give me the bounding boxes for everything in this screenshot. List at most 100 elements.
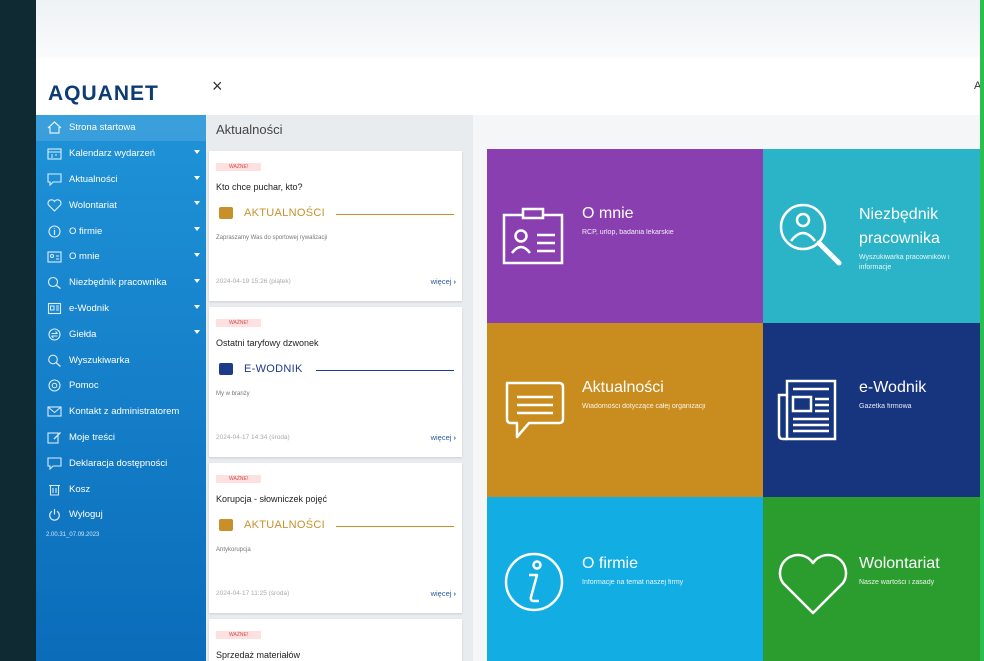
- news-card[interactable]: WAŻNE! Korupcja - słowniczek pojęć AKTUA…: [209, 463, 462, 613]
- sidebar-item-o-mnie[interactable]: O mnie: [36, 244, 206, 270]
- news-card-description: Zapraszamy Was do sportowej rywalizacji: [216, 235, 328, 241]
- tile-wolontariat[interactable]: Wolontariat Nasze wartości i zasady: [763, 497, 980, 661]
- newspaper-icon: [46, 301, 63, 316]
- news-card-description: Antykorupcja: [216, 547, 251, 553]
- chat-icon: [505, 381, 565, 439]
- more-link[interactable]: więcej ›: [431, 589, 456, 598]
- sidebar-item-kontakt[interactable]: Kontakt z administratorem: [36, 399, 206, 425]
- sidebar-item-wolontariat[interactable]: Wolontariat: [36, 192, 206, 218]
- sidebar-item-label: Niezbędnik pracownika: [69, 277, 167, 289]
- sidebar-item-pomoc[interactable]: Pomoc: [36, 373, 206, 399]
- important-badge: WAŻNE!: [216, 631, 262, 639]
- tile-subtitle: Wyszukiwarka pracowników i informacje: [859, 253, 950, 273]
- more-link[interactable]: więcej ›: [431, 433, 456, 442]
- close-menu-button[interactable]: ×: [212, 76, 223, 97]
- news-card[interactable]: WAŻNE! Ostatni taryfowy dzwonek E-WODNIK…: [209, 307, 462, 457]
- tile-title: O mnie: [582, 205, 634, 222]
- person-search-icon: [46, 275, 63, 290]
- info-icon: [46, 224, 63, 239]
- sidebar-item-wyszukiwarka[interactable]: Wyszukiwarka: [36, 347, 206, 373]
- window-edge: [980, 0, 984, 661]
- tile-aktualnosci[interactable]: Aktualności Wiadomości dotyczące całej o…: [487, 323, 763, 497]
- more-link-label[interactable]: więcej: [431, 589, 452, 598]
- tile-title: Aktualności: [582, 379, 664, 396]
- sidebar-item-moje-tresci[interactable]: Moje treści: [36, 425, 206, 451]
- tile-o-firmie[interactable]: O firmie Informacje na temat naszej firm…: [487, 497, 763, 661]
- aquanet-logo[interactable]: AQUANET: [48, 82, 159, 106]
- chevron-down-icon[interactable]: [194, 175, 200, 180]
- news-card-date: 2024-04-19 15:26 (piątek): [216, 278, 291, 285]
- heart-icon: [778, 553, 848, 615]
- chevron-down-icon[interactable]: [194, 278, 200, 283]
- chevron-down-icon[interactable]: [194, 201, 200, 206]
- news-card-title[interactable]: Ostatni taryfowy dzwonek: [216, 338, 319, 348]
- sidebar-item-label: Wolontariat: [69, 199, 117, 211]
- chevron-down-icon[interactable]: [194, 227, 200, 232]
- tile-o-mnie[interactable]: O mnie RCP, urlop, badania lekarskie: [487, 149, 763, 323]
- edit-icon: [46, 430, 63, 445]
- trash-icon: [46, 482, 63, 497]
- sidebar-item-label: Wyloguj: [69, 509, 103, 521]
- tile-subtitle: Gazetka firmowa: [859, 403, 912, 410]
- app-version: 2.00.31_07.09.2023: [46, 531, 100, 538]
- tile-subtitle: RCP, urlop, badania lekarskie: [582, 229, 674, 236]
- news-category: E-WODNIK: [216, 363, 456, 377]
- sidebar-item-niezbednik[interactable]: Niezbędnik pracownika: [36, 270, 206, 296]
- sidebar-item-label: Aktualności: [69, 173, 118, 185]
- news-card-date: 2024-04-17 14:34 (środa): [216, 434, 290, 441]
- important-badge: WAŻNE!: [216, 163, 262, 171]
- sidebar-item-wyloguj[interactable]: Wyloguj: [36, 502, 206, 528]
- sidebar-item-e-wodnik[interactable]: e-Wodnik: [36, 296, 206, 322]
- news-card-title[interactable]: Sprzedaż materiałów: [216, 650, 300, 660]
- sidebar-item-aktualnosci[interactable]: Aktualności: [36, 167, 206, 193]
- sidebar-item-o-firmie[interactable]: O firmie: [36, 218, 206, 244]
- sidebar-item-label: Kontakt z administratorem: [69, 406, 180, 418]
- sidebar-item-kalendarz[interactable]: Kalendarz wydarzeń: [36, 141, 206, 167]
- chevron-right-icon: ›: [453, 277, 457, 286]
- more-link-label[interactable]: więcej: [431, 277, 452, 286]
- news-category: AKTUALNOŚCI: [216, 207, 456, 221]
- calendar-icon: [46, 146, 63, 161]
- newspaper-icon: [777, 379, 837, 441]
- sidebar-item-kosz[interactable]: Kosz: [36, 476, 206, 502]
- sidebar-item-label: O firmie: [69, 225, 103, 237]
- tile-subtitle-line: informacje: [859, 264, 892, 271]
- sidebar: Strona startowa Kalendarz wydarzeń Aktua…: [36, 115, 206, 661]
- tile-title: O firmie: [582, 555, 638, 572]
- tile-subtitle: Wiadomości dotyczące całej organizacji: [582, 403, 706, 410]
- news-panel-title: Aktualności: [206, 115, 473, 145]
- news-card-date: 2024-04-17 11:25 (środa): [216, 590, 290, 597]
- news-card-title[interactable]: Kto chce puchar, kto?: [216, 182, 303, 192]
- more-link-label[interactable]: więcej: [431, 433, 452, 442]
- more-link[interactable]: więcej ›: [431, 277, 456, 286]
- sidebar-item-label: Deklaracja dostępności: [69, 457, 168, 469]
- news-card[interactable]: WAŻNE! Sprzedaż materiałów: [209, 619, 462, 661]
- important-badge: WAŻNE!: [216, 319, 262, 327]
- sidebar-item-label: Moje treści: [69, 431, 115, 443]
- newspaper-icon: [219, 363, 233, 375]
- info-icon: [504, 552, 564, 612]
- sidebar-item-label: Strona startowa: [69, 122, 136, 134]
- tile-subtitle: Nasze wartości i zasady: [859, 579, 935, 586]
- home-icon: [46, 120, 63, 135]
- chevron-right-icon: ›: [453, 433, 457, 442]
- sidebar-item-label: Wyszukiwarka: [69, 354, 130, 366]
- news-card[interactable]: WAŻNE! Kto chce puchar, kto? AKTUALNOŚCI…: [209, 151, 462, 301]
- sidebar-item-gielda[interactable]: Giełda: [36, 321, 206, 347]
- news-category: AKTUALNOŚCI: [216, 519, 456, 533]
- sidebar-item-label: Pomoc: [69, 380, 99, 392]
- sidebar-item-strona-startowa[interactable]: Strona startowa: [36, 115, 206, 141]
- sidebar-item-label: Kosz: [69, 483, 91, 495]
- news-card-title[interactable]: Korupcja - słowniczek pojęć: [216, 494, 327, 504]
- sidebar-item-deklaracja[interactable]: Deklaracja dostępności: [36, 450, 206, 476]
- chevron-down-icon[interactable]: [194, 330, 200, 335]
- tile-niezbednik-pracownika[interactable]: Niezbędnik pracownika Wyszukiwarka praco…: [763, 149, 980, 323]
- app-screen: AQUANET × A Strona startowa Kalendarz wy…: [36, 0, 980, 661]
- tile-title: e-Wodnik: [859, 379, 927, 396]
- chevron-down-icon[interactable]: [194, 304, 200, 309]
- news-card-description: My w branży: [216, 391, 250, 397]
- id-card-icon: [46, 249, 63, 264]
- chevron-down-icon[interactable]: [194, 149, 200, 154]
- tile-e-wodnik[interactable]: e-Wodnik Gazetka firmowa: [763, 323, 980, 497]
- chevron-down-icon[interactable]: [194, 252, 200, 257]
